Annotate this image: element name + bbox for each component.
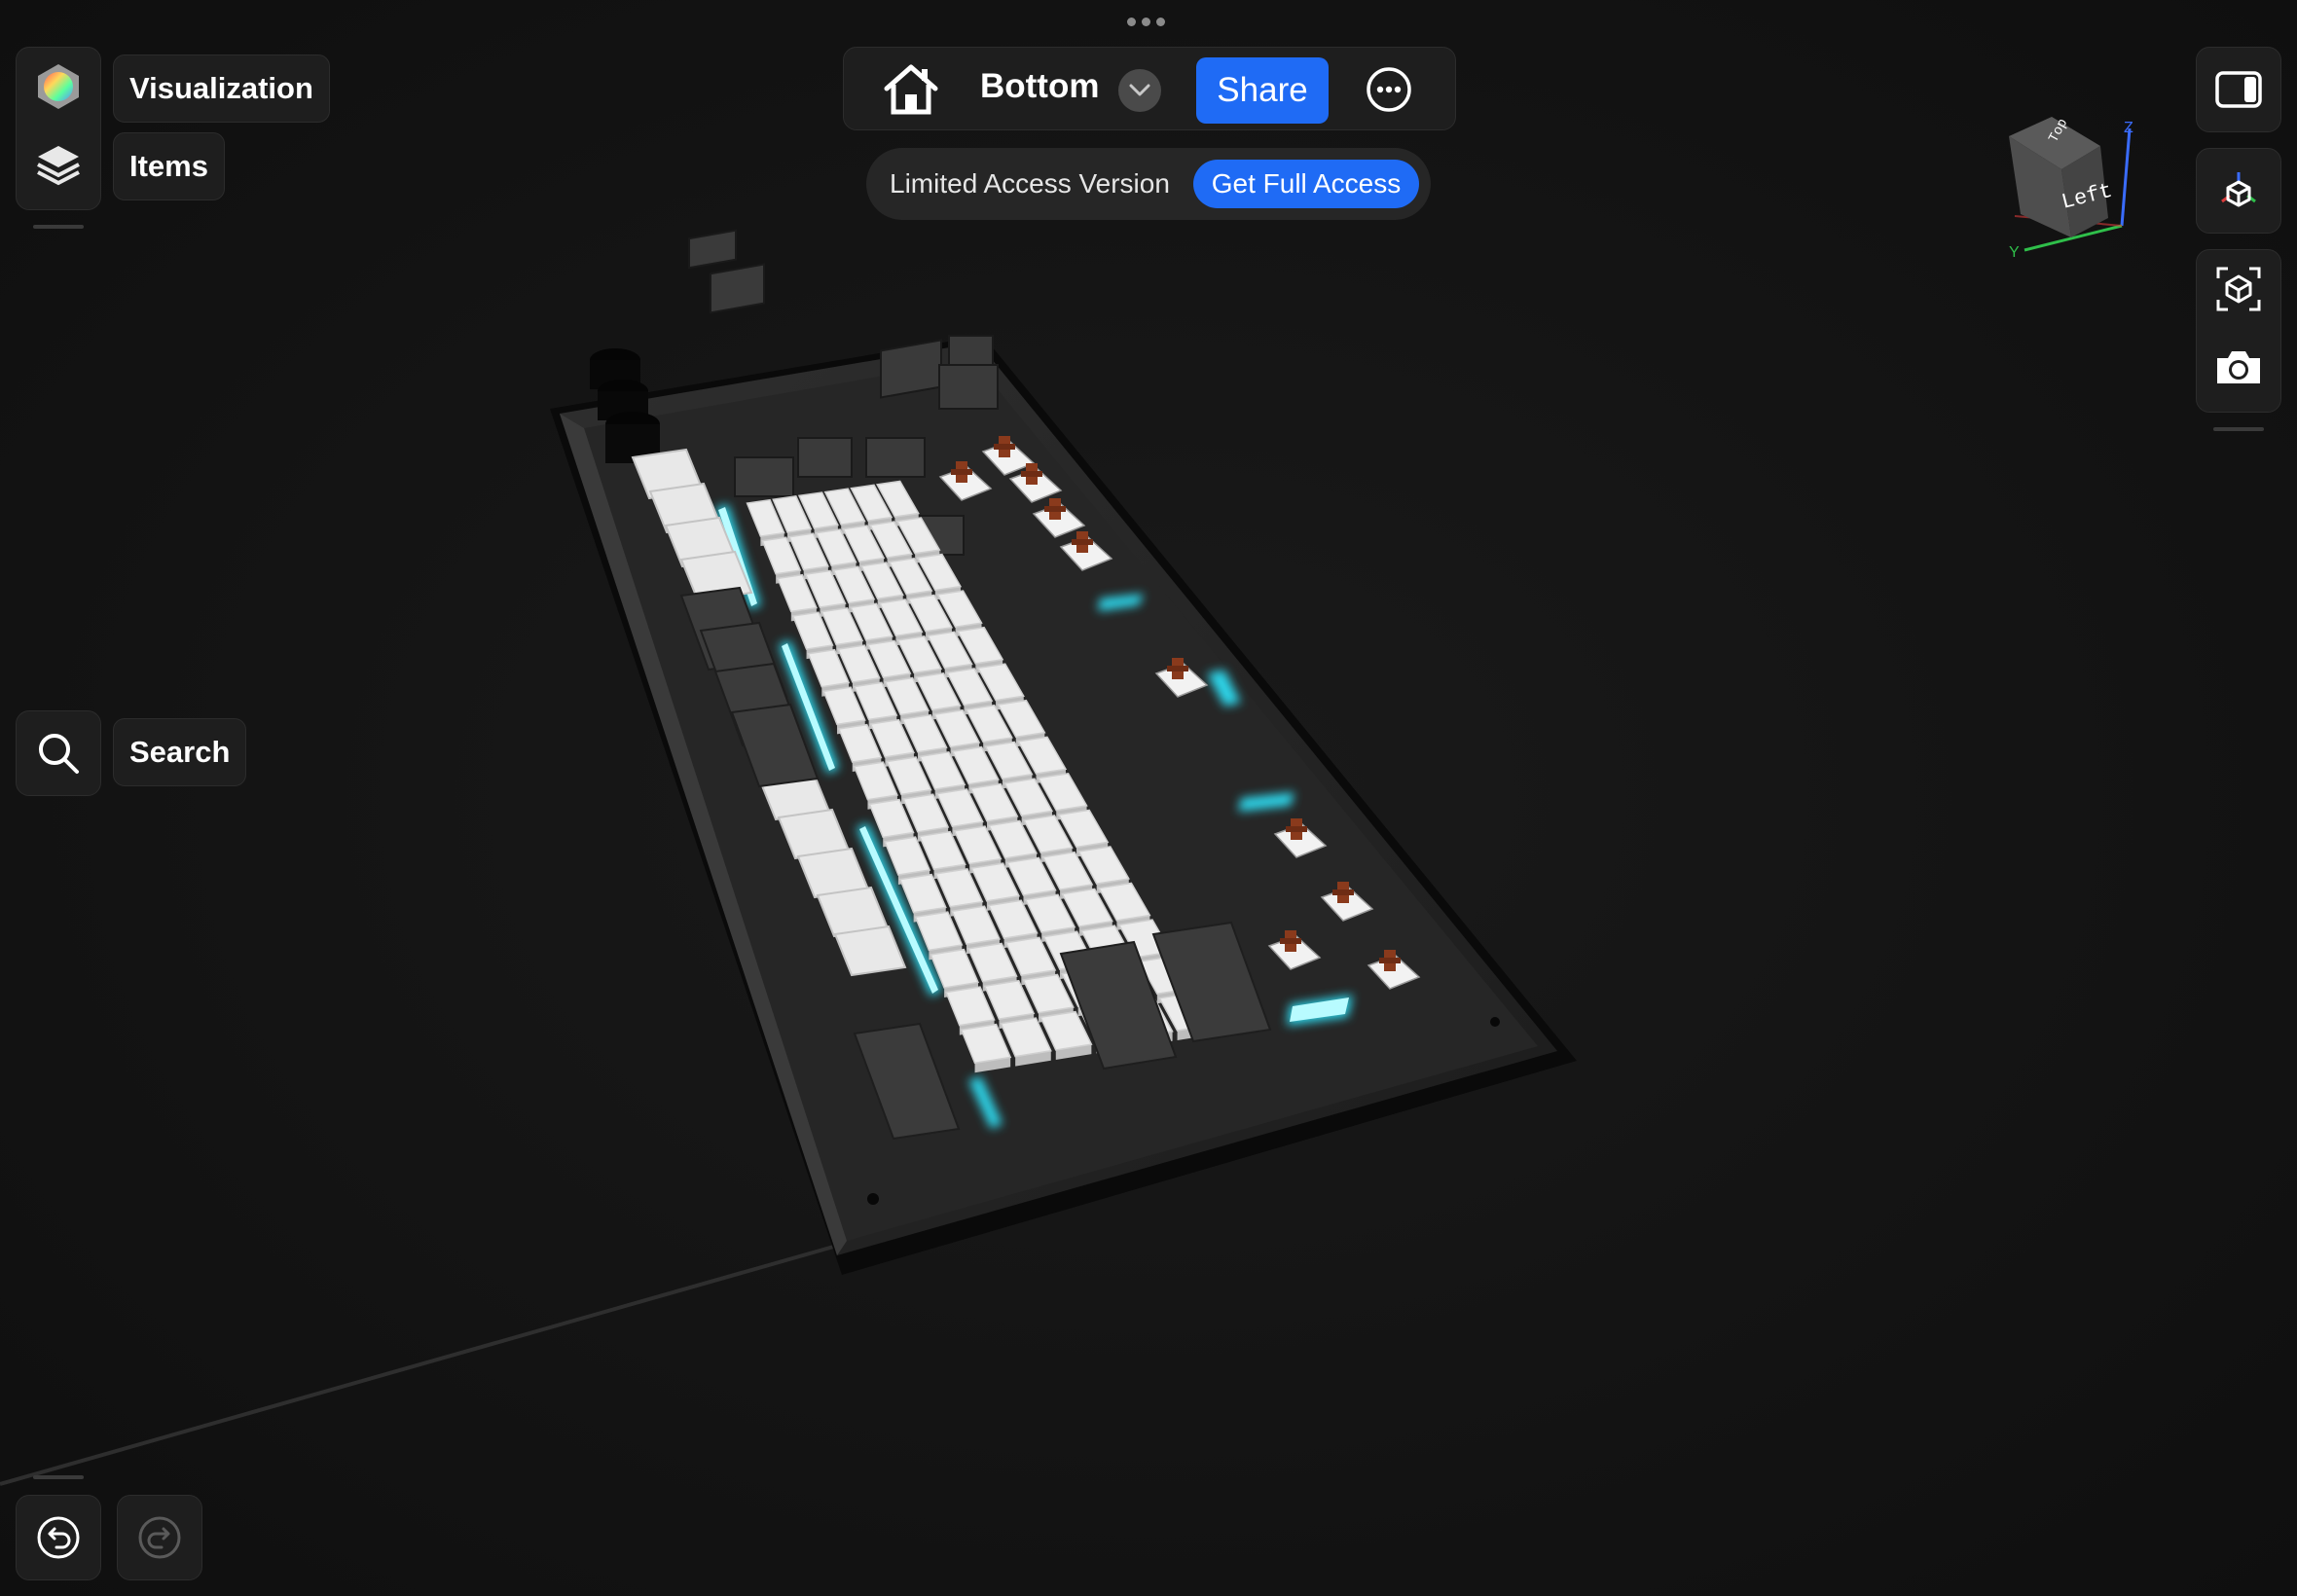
search-label[interactable]: Search [113,718,247,786]
sidebar-toggle-button[interactable] [2197,48,2280,131]
search-icon [39,734,79,774]
undo-icon [37,1516,80,1559]
access-banner: Limited Access Version Get Full Access [866,148,1431,220]
axis-y-label: Y [2009,244,2020,261]
camera-icon [2217,351,2260,383]
switch-stem-cross [1280,938,1301,944]
undo-stack [16,1495,101,1580]
axes-button[interactable] [2197,149,2280,233]
ar-view-button[interactable] [2197,250,2280,328]
left-stack-handle[interactable] [33,225,84,229]
bottom-stack-handle[interactable] [33,1475,84,1479]
switch-stem-cross [1286,826,1307,832]
color-wheel-cube-icon [38,64,79,109]
capture-stack [2196,249,2281,413]
view-cube[interactable]: Z Y Top Left [1995,109,2151,265]
items-label[interactable]: Items [113,132,225,200]
switch-stem-cross [1167,666,1188,671]
limited-access-text: Limited Access Version [890,168,1170,199]
switch-stem-cross [1044,506,1066,512]
sidebar-toggle-icon [2215,71,2262,108]
visualization-label[interactable]: Visualization [113,54,330,123]
ar-view-icon [2216,267,2261,311]
switch-stem-cross [951,469,972,475]
search-button[interactable] [17,711,100,795]
axes-cube-icon [2221,172,2256,207]
switch-stem-cross [1072,539,1093,545]
left-tool-stack [16,47,101,210]
redo-button[interactable] [118,1496,201,1579]
home-icon [884,64,938,115]
layers-icon [37,146,80,186]
view-name[interactable]: Bottom [980,67,1099,106]
share-button[interactable]: Share [1196,57,1329,124]
search-stack [16,710,101,796]
window-grip[interactable] [1127,18,1165,26]
screenshot-button[interactable] [2197,328,2280,406]
right-stack-handle[interactable] [2213,427,2264,431]
undo-button[interactable] [17,1496,100,1579]
switch-stem-cross [994,444,1015,450]
switch-stem-cross [1332,889,1354,895]
visualization-button[interactable] [17,48,100,126]
ellipsis-circle-icon [1367,67,1411,112]
axis-z-label: Z [2124,120,2133,136]
redo-icon [138,1516,181,1559]
switch-stem-cross [1379,958,1401,963]
switch-stem-cross [1021,471,1042,477]
view-dropdown-button[interactable] [1118,69,1161,112]
top-toolbar: Bottom Share [843,47,1456,130]
more-button[interactable] [1365,65,1413,114]
sidebar-toggle-stack [2196,47,2281,132]
chevron-down-icon [1129,84,1150,96]
axes-stack [2196,148,2281,234]
3d-viewport[interactable] [0,0,2297,1596]
get-full-access-button[interactable]: Get Full Access [1193,160,1419,208]
home-button[interactable] [883,63,939,116]
redo-stack [117,1495,202,1580]
items-button[interactable] [17,126,100,203]
